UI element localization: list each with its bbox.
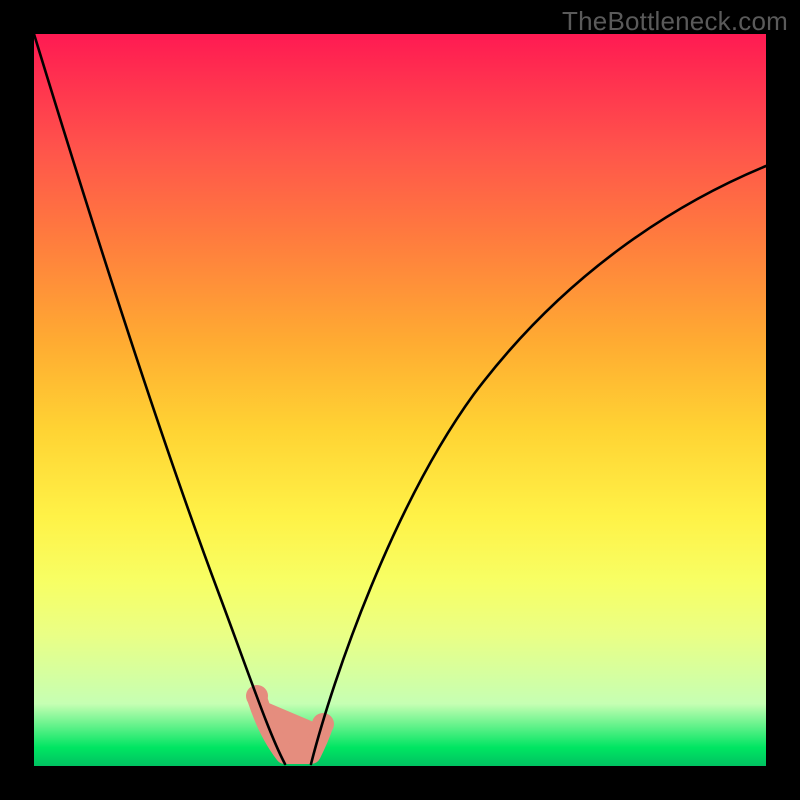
watermark-text: TheBottleneck.com — [562, 6, 788, 37]
curve-right-branch — [311, 166, 766, 764]
chart-canvas: TheBottleneck.com — [0, 0, 800, 800]
highlight-markers — [246, 685, 334, 754]
curve-left-branch — [34, 34, 285, 764]
curve-layer — [34, 34, 766, 766]
